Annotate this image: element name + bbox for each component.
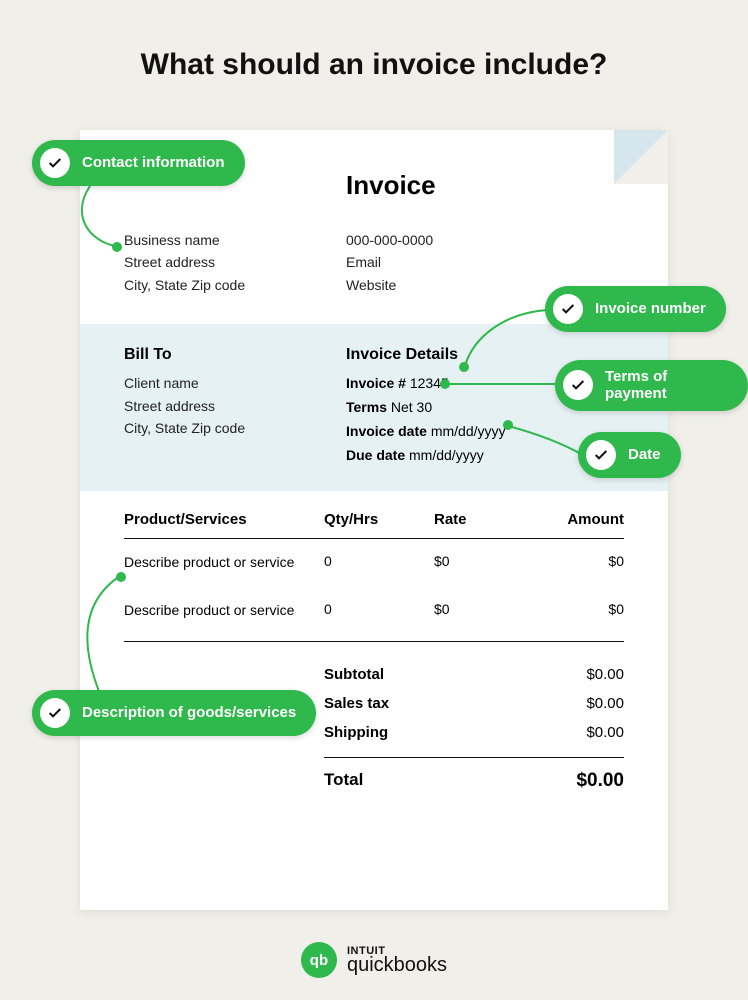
invoice-date-line: Invoice date mm/dd/yyyy xyxy=(346,420,506,444)
connector-dot xyxy=(459,362,469,372)
shipping-label: Shipping xyxy=(324,724,484,741)
line-item-rate: $0 xyxy=(434,553,524,569)
connector-description xyxy=(65,576,125,694)
header-amount: Amount xyxy=(524,511,624,528)
due-date-line: Due date mm/dd/yyyy xyxy=(346,444,506,468)
line-item-desc: Describe product or service xyxy=(124,553,324,573)
line-item-amount: $0 xyxy=(524,601,624,617)
callout-description: Description of goods/services xyxy=(32,690,316,736)
connector-dot xyxy=(116,572,126,582)
check-icon xyxy=(40,698,70,728)
check-icon xyxy=(553,294,583,324)
callout-terms: Terms of payment xyxy=(555,360,748,411)
dog-ear-fold xyxy=(614,130,668,184)
tax-value: $0.00 xyxy=(484,695,624,712)
line-items-header: Product/Services Qty/Hrs Rate Amount xyxy=(124,491,624,539)
callout-invoice-number: Invoice number xyxy=(545,286,726,332)
bill-street: Street address xyxy=(124,395,346,417)
invoice-document: Invoice Business name Street address Cit… xyxy=(80,130,668,910)
line-item-row: Describe product or service 0 $0 $0 xyxy=(124,587,624,635)
line-item-desc: Describe product or service xyxy=(124,601,324,621)
terms-line: Terms Net 30 xyxy=(346,396,506,420)
connector-dot xyxy=(503,420,513,430)
sender-email: Email xyxy=(346,251,568,273)
callout-contact-info: Contact information xyxy=(32,140,245,186)
line-item-qty: 0 xyxy=(324,601,434,617)
sender-phone: 000-000-0000 xyxy=(346,229,568,251)
line-item-row: Describe product or service 0 $0 $0 xyxy=(124,539,624,587)
sender-city: City, State Zip code xyxy=(124,274,346,296)
sender-block: Business name Street address City, State… xyxy=(124,229,624,296)
document-heading: Invoice xyxy=(346,170,624,201)
header-product: Product/Services xyxy=(124,511,324,528)
check-icon xyxy=(563,370,593,400)
line-item-qty: 0 xyxy=(324,553,434,569)
subtotal-value: $0.00 xyxy=(484,666,624,683)
brand-logo: qb INTUIT quickbooks xyxy=(0,942,748,978)
total-value: $0.00 xyxy=(484,770,624,792)
totals-block: Subtotal$0.00 Sales tax$0.00 Shipping$0.… xyxy=(324,642,624,798)
page-title: What should an invoice include? xyxy=(0,0,748,82)
callout-date: Date xyxy=(578,432,681,478)
brand-quickbooks: quickbooks xyxy=(347,955,447,975)
connector-contact xyxy=(60,186,120,256)
line-item-rate: $0 xyxy=(434,601,524,617)
connector-dot xyxy=(440,379,450,389)
connector-date xyxy=(508,424,583,456)
total-label: Total xyxy=(324,770,484,792)
tax-label: Sales tax xyxy=(324,695,484,712)
subtotal-label: Subtotal xyxy=(324,666,484,683)
header-rate: Rate xyxy=(434,511,524,528)
connector-dot xyxy=(112,242,122,252)
header-qty: Qty/Hrs xyxy=(324,511,434,528)
sender-business: Business name xyxy=(124,229,346,251)
line-item-amount: $0 xyxy=(524,553,624,569)
sender-street: Street address xyxy=(124,251,346,273)
sender-website: Website xyxy=(346,274,568,296)
bill-city: City, State Zip code xyxy=(124,417,346,439)
check-icon xyxy=(586,440,616,470)
bill-to-heading: Bill To xyxy=(124,346,346,364)
shipping-value: $0.00 xyxy=(484,724,624,741)
quickbooks-mark-icon: qb xyxy=(301,942,337,978)
bill-client: Client name xyxy=(124,372,346,394)
connector-invoice-number xyxy=(463,308,553,368)
connector-terms xyxy=(444,380,559,388)
check-icon xyxy=(40,148,70,178)
